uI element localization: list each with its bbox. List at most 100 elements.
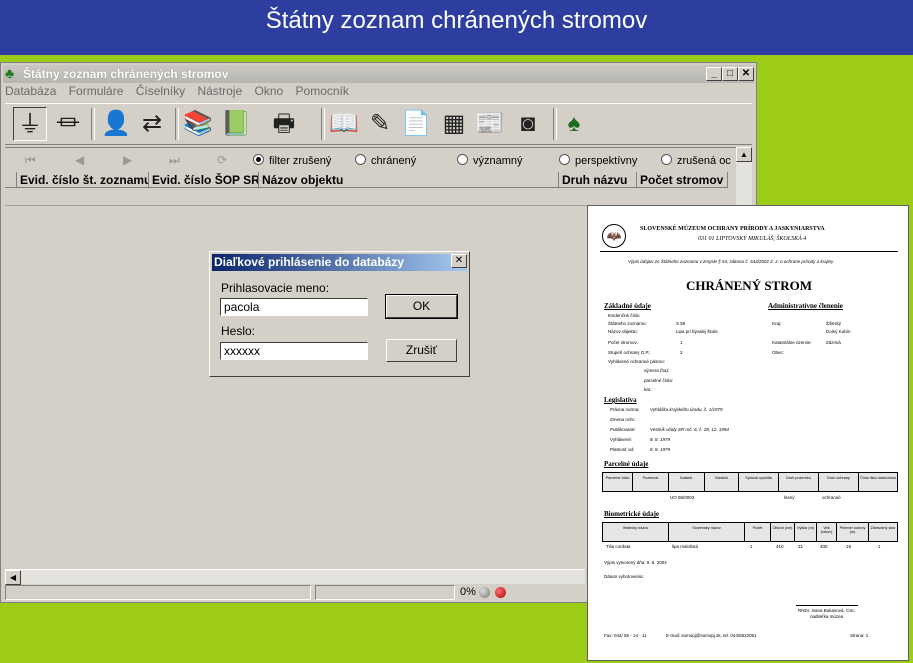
legislation-value: 8. 8. 1979 (650, 437, 671, 442)
parcel-table: Parcelné číslo Pozemok Katastr. Vlastník… (602, 472, 898, 492)
bio-header: Výška (m) (795, 523, 817, 541)
admin-value: Žilinský (826, 321, 842, 326)
tree-icon[interactable]: ♠ (557, 107, 591, 141)
dialog-close-icon[interactable]: ✕ (451, 254, 467, 268)
bio-value: 400 (820, 544, 828, 549)
menu-databaza[interactable]: Databáza (5, 84, 56, 98)
menu-ciselniky[interactable]: Číselníky (136, 84, 185, 98)
scroll-left-icon[interactable]: ◀ (5, 570, 21, 585)
column-header[interactable]: Evid. číslo ŠOP SR (149, 172, 259, 188)
tree-icon: ♣ (5, 65, 15, 81)
basic-label: Evidenčné číslo (608, 313, 640, 318)
minimize-button[interactable]: _ (706, 67, 722, 81)
filter-vyznamny-radio[interactable]: významný (457, 154, 523, 167)
toolbar-separator (321, 108, 325, 140)
grid-header: Evid. číslo št. zoznamu Evid. číslo ŠOP … (5, 172, 728, 189)
toolbar: ⏚ ⏛ 👤 ⇄ 📚 📗 🖶 📖 ✎ 📄 ▦ 📰 ◙ ♠ (5, 103, 752, 145)
bio-header: Vedecký názov (603, 523, 669, 541)
basic-extra: parcelné čísla: (644, 378, 674, 383)
documents-icon[interactable]: 📄 (399, 107, 433, 141)
db-connect-icon[interactable]: ⏚ (13, 107, 47, 141)
record-navigator: ⏮ ◀ ▶ ⏭ ⟳ filter zrušený chránený význam… (5, 147, 736, 172)
legislation-label: Publikované: (610, 427, 636, 432)
person-icon[interactable]: 👤 (99, 107, 133, 141)
radio-dot (253, 154, 264, 165)
section-legislation: Legislatíva (604, 396, 637, 404)
row-selector-header (5, 172, 17, 188)
radio-dot (661, 154, 672, 165)
legislation-value: 8. 8. 1979 (650, 447, 671, 452)
refresh-icon[interactable]: ⇄ (135, 107, 169, 141)
legislation-label: Zmena ochr.: (610, 417, 637, 422)
book-stack-icon[interactable]: 📗 (219, 107, 253, 141)
write-book-icon[interactable]: ✎ (363, 107, 397, 141)
open-book-icon[interactable]: 📖 (327, 107, 361, 141)
menubar: Databáza Formuláre Číselníky Nástroje Ok… (5, 84, 358, 102)
ok-button[interactable]: OK (385, 294, 458, 319)
map-icon[interactable]: ▦ (437, 107, 471, 141)
menu-okno[interactable]: Okno (254, 84, 283, 98)
printer-icon[interactable]: 🖶 (267, 107, 301, 141)
bio-header: Vek (rokov) (817, 523, 837, 541)
signature-line (796, 605, 858, 606)
parcel-value: UO 96/0002 (670, 495, 695, 500)
legislation-value: Vestník vlády SR roč. 6, č. 28, 12. 1994 (650, 427, 729, 432)
scroll-up-icon[interactable]: ▲ (736, 147, 752, 162)
parcel-header: Vlastník (705, 473, 739, 491)
status-pane (5, 585, 311, 600)
horizontal-scrollbar[interactable]: ◀ (5, 569, 585, 585)
bio-value: lipa malolistá (672, 544, 699, 549)
toolbar-separator (91, 108, 95, 140)
section-admin: Administratívne členenie (768, 302, 843, 310)
menu-formulare[interactable]: Formuláre (69, 84, 124, 98)
password-label: Heslo: (221, 324, 256, 338)
window-titlebar[interactable]: ♣ Štátny zoznam chránených stromov _ □ ✕ (3, 65, 754, 83)
menu-pomocnik[interactable]: Pomocník (296, 84, 349, 98)
basic-extra: výmera (ha): (644, 368, 670, 373)
biometric-table: Vedecký názov Slovenský názov Počet Obvo… (602, 522, 898, 542)
report-signature: RNDr. Ivana Bukasová, CSc. (798, 608, 856, 613)
reload-icon[interactable]: ⟳ (217, 153, 227, 167)
previous-record-icon[interactable]: ◀ (75, 153, 84, 167)
column-header[interactable]: Druh názvu (559, 172, 637, 188)
parcel-header: Druh ochrany (819, 473, 859, 491)
next-record-icon[interactable]: ▶ (123, 153, 132, 167)
filter-zrusena-radio[interactable]: zrušená oc (661, 154, 731, 167)
parcel-header: Spôsob využitia (739, 473, 779, 491)
close-button[interactable]: ✕ (738, 67, 754, 81)
column-header[interactable]: Počet stromov (637, 172, 728, 188)
cancel-button[interactable]: Zrušiť (386, 339, 457, 362)
column-header[interactable]: Evid. číslo št. zoznamu (17, 172, 149, 188)
parcel-header: Katastr. (669, 473, 705, 491)
basic-label: Štátneho zoznamu: (608, 321, 647, 326)
admin-value: Zázrivá (826, 340, 841, 345)
basic-label: Názov objektu: (608, 329, 638, 334)
username-field[interactable]: pacola (220, 298, 368, 316)
binoculars-icon[interactable]: ◙ (511, 107, 545, 141)
maximize-button[interactable]: □ (722, 67, 738, 81)
last-record-icon[interactable]: ⏭ (169, 153, 180, 168)
parcel-value: lesný (784, 495, 795, 500)
admin-label: Obec: (772, 350, 785, 355)
radio-dot (355, 154, 366, 165)
menu-nastroje[interactable]: Nástroje (197, 84, 242, 98)
table-row[interactable] (5, 189, 728, 206)
report-footer-page: Strana: 1 (850, 633, 869, 638)
legislation-label: Vyhlásené: (610, 437, 633, 442)
filter-zruseny-radio[interactable]: filter zrušený (253, 154, 331, 167)
filter-perspektivny-radio[interactable]: perspektívny (559, 154, 637, 167)
bio-value: 18 (846, 544, 852, 549)
books-icon[interactable]: 📚 (181, 107, 215, 141)
password-field[interactable]: xxxxxx (220, 342, 368, 360)
first-record-icon[interactable]: ⏮ (25, 153, 36, 168)
basic-label: Počet stromov: (608, 340, 639, 345)
column-header[interactable]: Názov objektu (259, 172, 559, 188)
legislation-label: Platnosť od: (610, 447, 635, 452)
newspaper-icon[interactable]: 📰 (473, 107, 507, 141)
report-state-label: Dátum vyhotovenia: (604, 574, 644, 579)
report-footer-left: Fax: 044/ 55 - 14 - 11 (604, 633, 647, 638)
basic-extra: kat.: (644, 387, 653, 392)
basic-value: S 59 (676, 321, 686, 326)
db-disconnect-icon[interactable]: ⏛ (51, 107, 85, 141)
filter-chraneny-radio[interactable]: chránený (355, 154, 416, 167)
